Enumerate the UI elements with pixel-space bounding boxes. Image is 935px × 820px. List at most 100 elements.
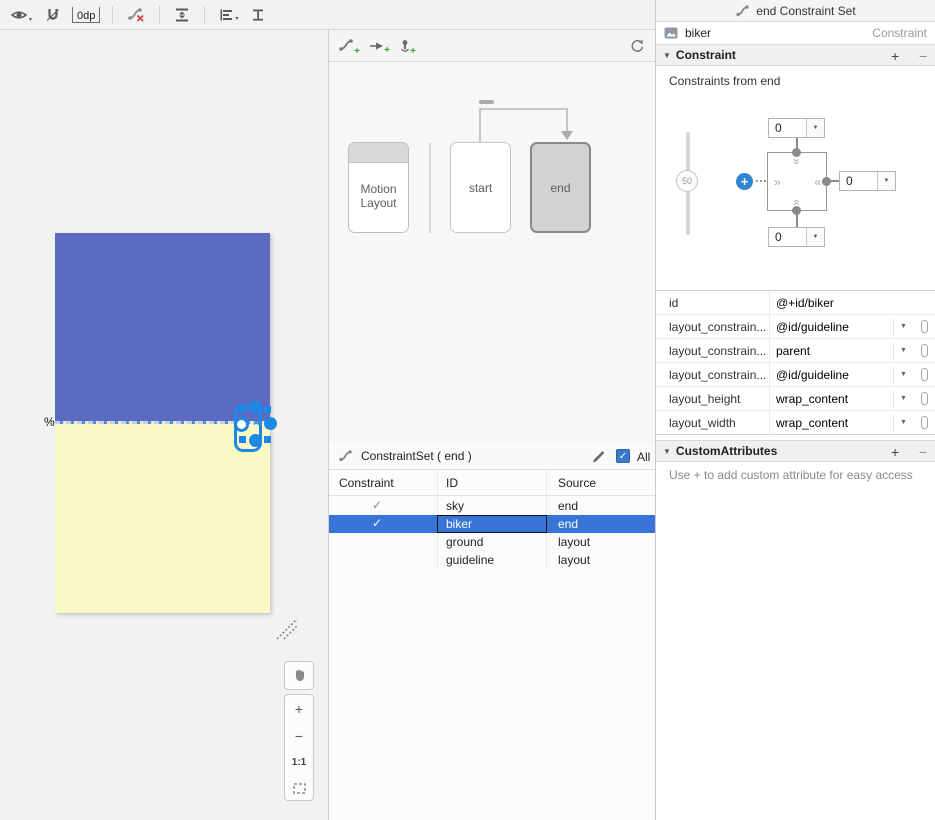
end-margin-value[interactable]: 0 xyxy=(840,172,877,190)
transition-arrow[interactable] xyxy=(456,95,586,145)
custom-attributes-hint: Use + to add custom attribute for easy a… xyxy=(669,468,913,482)
zoom-in-button[interactable]: + xyxy=(295,702,303,716)
view-options-button[interactable]: ▾ xyxy=(8,5,34,25)
table-row-guideline[interactable]: guideline layout xyxy=(329,551,655,569)
create-click-handler-button[interactable]: + xyxy=(369,40,390,55)
component-kind-label: Constraint xyxy=(872,26,927,40)
sky-view[interactable] xyxy=(55,233,270,423)
expander-icon[interactable]: ▼ xyxy=(663,51,671,60)
chevron-down-icon: ▾ xyxy=(235,15,239,22)
add-start-constraint-button[interactable]: + xyxy=(736,173,753,190)
flag-icon[interactable] xyxy=(921,392,928,405)
dropdown-arrow-icon[interactable]: ▼ xyxy=(893,415,907,431)
vertical-bias-value[interactable]: 50 xyxy=(676,170,698,192)
add-custom-attribute-button[interactable]: + xyxy=(891,444,899,460)
property-value[interactable]: @+id/biker xyxy=(776,296,834,310)
top-margin-value[interactable]: 0 xyxy=(769,119,806,137)
property-value[interactable]: wrap_content xyxy=(776,392,848,406)
default-margins-button[interactable]: 0dp xyxy=(72,6,101,23)
constraint-section-header[interactable]: ▼ Constraint + − xyxy=(656,44,935,66)
property-row-constraint-top[interactable]: layout_constrain... @id/guideline ▼ xyxy=(656,315,935,339)
property-row-layout-width[interactable]: layout_width wrap_content ▼ xyxy=(656,411,935,435)
dotted-connector xyxy=(760,180,762,182)
resize-handle-bottom-right[interactable] xyxy=(264,436,271,443)
top-anchor[interactable] xyxy=(792,148,801,157)
canvas-resize-handle[interactable] xyxy=(274,616,300,642)
dropdown-arrow-icon[interactable]: ▼ xyxy=(893,319,907,335)
motion-layout-card[interactable]: Motion Layout xyxy=(348,142,409,233)
start-constraint-anchor[interactable] xyxy=(234,417,249,432)
plus-icon: + xyxy=(384,44,390,56)
flag-icon[interactable] xyxy=(921,416,928,429)
create-transition-button[interactable]: + xyxy=(338,38,360,57)
expander-icon[interactable]: ▼ xyxy=(663,447,671,456)
property-row-id[interactable]: id @+id/biker xyxy=(656,291,935,315)
column-constraint: Constraint xyxy=(339,476,394,490)
selected-component-row[interactable]: biker Constraint xyxy=(656,22,935,44)
remove-custom-attribute-button[interactable]: − xyxy=(919,444,927,460)
flag-icon[interactable] xyxy=(921,344,928,357)
zoom-fit-button[interactable] xyxy=(292,782,306,794)
motion-overview-graph: Motion Layout start end xyxy=(329,62,655,443)
property-value[interactable]: @id/guideline xyxy=(776,320,849,334)
zoom-actual-button[interactable]: 1:1 xyxy=(292,756,306,770)
select-all-checkbox[interactable]: ✓ xyxy=(616,449,630,463)
resize-handle-top-left[interactable] xyxy=(239,406,246,413)
top-margin-combo[interactable]: 0 ▼ xyxy=(768,118,825,138)
property-row-constraint-bottom[interactable]: layout_constrain... @id/guideline ▼ xyxy=(656,363,935,387)
create-swipe-handler-button[interactable]: + xyxy=(399,39,416,56)
bottom-anchor[interactable] xyxy=(792,206,801,215)
clear-constraints-button[interactable] xyxy=(125,4,147,25)
motion-editor-toolbar: + + + xyxy=(329,30,655,62)
table-row-sky[interactable]: ✓ sky end xyxy=(329,497,655,515)
pan-button[interactable] xyxy=(284,661,314,690)
edit-button[interactable] xyxy=(591,449,606,464)
property-name: layout_height xyxy=(669,392,741,406)
row-id: guideline xyxy=(446,553,495,567)
property-name: layout_width xyxy=(669,416,736,430)
align-left-icon xyxy=(220,9,233,20)
resize-handle-top-right[interactable] xyxy=(264,406,271,413)
row-id: sky xyxy=(446,499,464,513)
zoom-out-button[interactable]: − xyxy=(295,729,303,743)
align-button[interactable]: ▾ xyxy=(217,6,240,24)
property-value[interactable]: parent xyxy=(776,344,810,358)
property-value[interactable]: wrap_content xyxy=(776,416,848,430)
property-value[interactable]: @id/guideline xyxy=(776,368,849,382)
bottom-margin-combo[interactable]: 0 ▼ xyxy=(768,227,825,247)
table-row-ground[interactable]: ground layout xyxy=(329,533,655,551)
end-constraint-anchor[interactable] xyxy=(264,417,277,430)
dropdown-arrow-icon[interactable]: ▼ xyxy=(877,172,895,190)
pack-button[interactable] xyxy=(172,5,192,25)
table-row-biker-selected[interactable]: ✓ biker end xyxy=(329,515,655,533)
dropdown-arrow-icon[interactable]: ▼ xyxy=(893,343,907,359)
start-constraint-set-card[interactable]: start xyxy=(450,142,511,233)
eye-icon xyxy=(10,11,28,18)
remove-constraint-button[interactable]: − xyxy=(919,48,927,64)
ground-view[interactable] xyxy=(55,423,270,613)
guidelines-button[interactable] xyxy=(249,6,267,24)
autoconnect-toggle-button[interactable] xyxy=(43,5,63,25)
dropdown-arrow-icon[interactable]: ▼ xyxy=(806,119,824,137)
flag-icon[interactable] xyxy=(921,368,928,381)
dropdown-arrow-icon[interactable]: ▼ xyxy=(893,391,907,407)
property-row-constraint-end[interactable]: layout_constrain... parent ▼ xyxy=(656,339,935,363)
top-constraint-anchor[interactable] xyxy=(249,401,262,414)
resize-handle-bottom-left[interactable] xyxy=(239,436,246,443)
end-constraint-set-card[interactable]: end xyxy=(530,142,591,233)
dropdown-arrow-icon[interactable]: ▼ xyxy=(893,367,907,383)
end-margin-combo[interactable]: 0 ▼ xyxy=(839,171,896,191)
motion-editor-window: ▾ 0dp ▾ % × + − 1:1 + + + Motion Layout … xyxy=(0,0,935,820)
flag-icon[interactable] xyxy=(921,320,928,333)
add-constraint-button[interactable]: + xyxy=(891,48,899,64)
biker-widget-selected[interactable]: × xyxy=(234,401,278,452)
bottom-constraint-anchor[interactable] xyxy=(249,434,262,447)
property-row-layout-height[interactable]: layout_height wrap_content ▼ xyxy=(656,387,935,411)
end-anchor[interactable] xyxy=(822,177,831,186)
custom-attributes-section-header[interactable]: ▼ CustomAttributes + − xyxy=(656,440,935,462)
hand-icon xyxy=(295,669,304,681)
dropdown-arrow-icon[interactable]: ▼ xyxy=(806,228,824,246)
cycle-layout-button[interactable] xyxy=(629,38,645,54)
motion-layout-card-header xyxy=(349,143,408,163)
bottom-margin-value[interactable]: 0 xyxy=(769,228,806,246)
